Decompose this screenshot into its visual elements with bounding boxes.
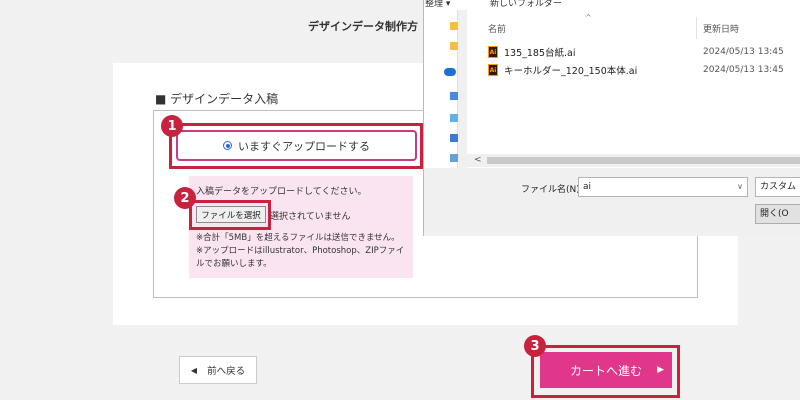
sort-caret-icon: ^ bbox=[585, 13, 592, 22]
file-name: キーホルダー_120_150本体.ai bbox=[504, 66, 638, 77]
file-row[interactable]: Ai 135_185台紙.ai bbox=[488, 45, 576, 59]
scrollbar-thumb[interactable] bbox=[487, 157, 800, 164]
column-name[interactable]: 名前 bbox=[488, 22, 506, 35]
prev-button-label: 前へ戻る bbox=[207, 366, 246, 377]
upload-instruction: 入稿データをアップロードしてください。 bbox=[196, 187, 367, 197]
horizontal-scrollbar[interactable]: < bbox=[467, 154, 800, 167]
folder-icon[interactable] bbox=[450, 42, 458, 50]
scroll-left-icon[interactable]: < bbox=[474, 155, 482, 165]
file-date: 2024/05/13 13:45 bbox=[703, 47, 784, 57]
organize-menu[interactable]: 整理 ▾ bbox=[425, 0, 450, 9]
file-date: 2024/05/13 13:45 bbox=[703, 65, 784, 75]
new-folder-button[interactable]: 新しいフォルダー bbox=[490, 0, 562, 9]
documents-icon[interactable] bbox=[450, 154, 458, 162]
no-file-text: 選択されていません bbox=[270, 212, 351, 222]
step-badge-1: 1 bbox=[161, 115, 183, 137]
size-note: ※合計「5MB」を超えるファイルは送信できません。 bbox=[196, 233, 400, 243]
prev-button[interactable]: ◀ 前へ戻る bbox=[179, 356, 257, 384]
illustrator-file-icon: Ai bbox=[488, 46, 498, 58]
folder-icon[interactable] bbox=[450, 22, 458, 30]
filename-value: ai bbox=[583, 182, 592, 192]
arrow-left-icon: ◀ bbox=[190, 365, 198, 375]
column-divider[interactable] bbox=[696, 17, 697, 39]
filename-input[interactable]: ai ∨ bbox=[578, 177, 748, 197]
dialog-footer: ファイル名(N): ai ∨ カスタム フ 開く(O bbox=[424, 168, 800, 236]
chevron-down-icon[interactable]: ∨ bbox=[737, 178, 743, 196]
file-row[interactable]: Ai キーホルダー_120_150本体.ai bbox=[488, 63, 637, 77]
step-badge-3: 3 bbox=[524, 335, 546, 357]
computer-icon[interactable] bbox=[450, 92, 458, 100]
cart-button[interactable]: カートへ進む ▶ bbox=[540, 352, 672, 388]
cart-button-label: カートへ進む bbox=[569, 363, 642, 378]
file-type-filter[interactable]: カスタム フ bbox=[755, 177, 800, 197]
file-name: 135_185台紙.ai bbox=[504, 48, 576, 59]
illustrator-file-icon: Ai bbox=[488, 64, 498, 76]
navigation-pane[interactable] bbox=[424, 10, 458, 168]
open-button[interactable]: 開く(O bbox=[755, 204, 800, 224]
radio-selected-icon bbox=[223, 141, 232, 150]
filename-label: ファイル名(N): bbox=[521, 185, 583, 195]
file-dialog: 整理 ▾ 新しいフォルダー ^ 名前 更新日時 Ai 135_185台紙.ai … bbox=[423, 0, 800, 236]
desktop-icon[interactable] bbox=[450, 114, 458, 122]
arrow-right-icon: ▶ bbox=[657, 365, 664, 375]
dialog-toolbar: 整理 ▾ 新しいフォルダー bbox=[424, 0, 800, 10]
page-title: デザインデータ制作方 bbox=[308, 20, 418, 33]
onedrive-icon[interactable] bbox=[444, 68, 456, 76]
nav-scrollbar[interactable] bbox=[458, 10, 467, 168]
step-badge-2: 2 bbox=[174, 187, 196, 209]
format-note: ※アップロードはillustrator、Photoshop、ZIPファイ bbox=[196, 246, 405, 256]
section-title: ■ デザインデータ入稿 bbox=[155, 92, 279, 106]
column-modified[interactable]: 更新日時 bbox=[703, 22, 739, 35]
upload-now-label: いますぐアップロードする bbox=[238, 139, 370, 153]
upload-now-radio[interactable]: いますぐアップロードする bbox=[176, 130, 417, 161]
choose-file-button[interactable]: ファイルを選択 bbox=[196, 206, 266, 223]
format-note-cont: ルでお願いします。 bbox=[196, 259, 272, 269]
download-icon[interactable] bbox=[450, 134, 458, 142]
